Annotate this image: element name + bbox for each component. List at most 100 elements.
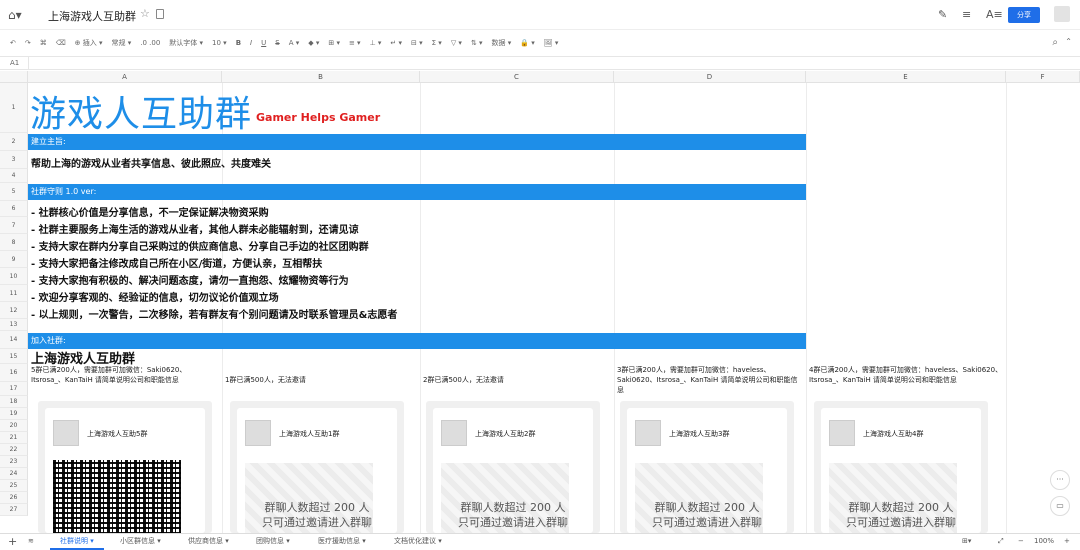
tab-supplier[interactable]: 供应商信息 ▾ (178, 534, 239, 550)
layers-icon[interactable]: ≋ (24, 534, 38, 550)
row-header[interactable]: 9 (0, 251, 28, 268)
wrap-button[interactable]: ↵ ▾ (390, 39, 402, 47)
font-family-select[interactable]: 默认字体 ▾ (169, 38, 203, 48)
data-button[interactable]: 数据 ▾ (492, 38, 512, 48)
avatar[interactable] (1054, 6, 1070, 22)
row-header[interactable]: 27 (0, 504, 28, 516)
row-header[interactable]: 24 (0, 468, 28, 480)
merge-button[interactable]: ⊟ ▾ (411, 39, 423, 47)
tab-community[interactable]: 社群说明 ▾ (50, 534, 104, 550)
font-size-select[interactable]: 10 ▾ (212, 39, 227, 47)
home-icon[interactable]: ⌂▾ (8, 8, 22, 22)
row-header[interactable]: 26 (0, 492, 28, 504)
purpose-text[interactable]: 帮助上海的游戏从业者共享信息、彼此照应、共度难关 (31, 155, 271, 170)
qr-card[interactable]: 上海游戏人互助2群 群聊人数超过 200 人 只可通过邀请进入群聊 (426, 401, 600, 535)
row-header[interactable]: 3 (0, 151, 28, 169)
tab-group-buy[interactable]: 团购信息 ▾ (246, 534, 300, 550)
font-color-button[interactable]: A ▾ (289, 39, 300, 47)
undo-icon[interactable]: ↶ (10, 39, 16, 47)
image-button[interactable]: 🖼 ▾ (544, 39, 559, 47)
group-note[interactable]: 1群已满500人，无法邀请 (225, 375, 415, 385)
search-icon[interactable]: ⌕ (1052, 37, 1058, 48)
group-note[interactable]: 2群已满500人，无法邀请 (423, 375, 611, 385)
strikethrough-button[interactable]: S (275, 39, 279, 47)
rule-item[interactable]: - 以上规则，一次警告，二次移除，若有群友有个别问题请及时联系管理员&志愿者 (31, 306, 397, 321)
number-format-select[interactable]: 常规 ▾ (112, 38, 132, 48)
row-header[interactable]: 5 (0, 183, 28, 201)
sheet-title[interactable]: 游戏人互助群 (30, 85, 252, 137)
row-header[interactable]: 16 (0, 364, 28, 382)
column-header[interactable]: D (614, 71, 806, 83)
sum-button[interactable]: Σ ▾ (432, 39, 442, 47)
row-header[interactable]: 23 (0, 456, 28, 468)
row-header[interactable]: 19 (0, 408, 28, 420)
italic-button[interactable]: I (250, 39, 252, 47)
more-icon[interactable]: ··· (1050, 470, 1070, 490)
valign-button[interactable]: ⊥ ▾ (370, 39, 382, 47)
cell-reference[interactable]: A1 (10, 59, 19, 67)
select-all-corner[interactable] (0, 71, 28, 83)
share-button[interactable]: 分享 (1008, 7, 1040, 23)
column-header[interactable]: F (1006, 71, 1080, 83)
decimal-buttons[interactable]: .0 .00 (140, 39, 160, 47)
add-sheet-icon[interactable]: + (4, 534, 21, 550)
row-header[interactable]: 21 (0, 432, 28, 444)
clear-format-icon[interactable]: ⌫ (56, 39, 66, 47)
row-header[interactable]: 2 (0, 133, 28, 151)
tab-neighborhood[interactable]: 小区群信息 ▾ (110, 534, 171, 550)
insert-button[interactable]: ⊕ 插入 ▾ (75, 38, 103, 48)
row-header[interactable]: 7 (0, 217, 28, 234)
row-header[interactable]: 1 (0, 83, 28, 133)
column-header[interactable]: C (420, 71, 614, 83)
row-header[interactable]: 12 (0, 302, 28, 319)
print-icon[interactable]: ▭ (1050, 496, 1070, 516)
doc-title[interactable]: 上海游戏人互助群 (48, 8, 136, 24)
column-header[interactable]: B (222, 71, 420, 83)
menu-icon[interactable]: ≡ (962, 8, 971, 21)
doc-info-icon[interactable] (156, 9, 164, 19)
qr-card[interactable]: 上海游戏人互助3群 群聊人数超过 200 人 只可通过邀请进入群聊 (620, 401, 794, 535)
row-header[interactable]: 22 (0, 444, 28, 456)
row-header[interactable]: 17 (0, 382, 28, 396)
zoom-in-icon[interactable]: + (1060, 534, 1074, 550)
rule-item[interactable]: - 欢迎分享客观的、经验证的信息，切勿议论价值观立场 (31, 289, 279, 304)
rule-item[interactable]: - 社群核心价值是分享信息，不一定保证解决物资采购 (31, 204, 269, 219)
redo-icon[interactable]: ↷ (25, 39, 31, 47)
sort-button[interactable]: ⇅ ▾ (471, 39, 483, 47)
tab-feedback[interactable]: 文档优化建议 ▾ (384, 534, 452, 550)
chevron-up-icon[interactable]: ⌃ (1065, 37, 1072, 46)
sheet-subtitle[interactable]: Gamer Helps Gamer (256, 111, 380, 124)
row-header[interactable]: 6 (0, 201, 28, 217)
grid-view-icon[interactable]: ⊞▾ (958, 534, 975, 550)
row-header[interactable]: 25 (0, 480, 28, 492)
qr-card[interactable]: 上海游戏人互助1群 群聊人数超过 200 人 只可通过邀请进入群聊 (230, 401, 404, 535)
lock-button[interactable]: 🔒 ▾ (520, 39, 534, 47)
border-button[interactable]: ⊞ ▾ (328, 39, 340, 47)
rule-item[interactable]: - 支持大家把备注修改成自己所在小区/街道，方便认亲，互相帮扶 (31, 255, 322, 270)
qr-card[interactable]: 上海游戏人互助4群 群聊人数超过 200 人 只可通过邀请进入群聊 (814, 401, 988, 535)
bold-button[interactable]: B (236, 39, 241, 47)
row-header[interactable]: 11 (0, 285, 28, 302)
row-header[interactable]: 18 (0, 396, 28, 408)
column-header[interactable]: A (28, 71, 222, 83)
row-header[interactable]: 14 (0, 331, 28, 349)
group-note[interactable]: 5群已满200人，需要加群可加微信：Saki0620、Itsrosa_、KanT… (31, 365, 219, 385)
row-header[interactable]: 8 (0, 234, 28, 251)
row-header[interactable]: 15 (0, 349, 28, 364)
qr-card[interactable]: 上海游戏人互助5群 (38, 401, 212, 534)
font-icon[interactable]: A≡ (986, 8, 1003, 21)
group-note[interactable]: 3群已满200人，需要加群可加微信：haveless、Saki0620、Itsr… (617, 365, 803, 395)
underline-button[interactable]: U (261, 39, 266, 47)
join-header[interactable]: 加入社群: (28, 333, 806, 349)
row-header[interactable]: 4 (0, 169, 28, 183)
zoom-out-icon[interactable]: − (1014, 534, 1028, 550)
rule-item[interactable]: - 支持大家在群内分享自己采购过的供应商信息、分享自己手边的社区团购群 (31, 238, 369, 253)
sheet-grid[interactable]: 游戏人互助群 Gamer Helps Gamer 建立主旨: 帮助上海的游戏从业… (28, 83, 1080, 535)
align-button[interactable]: ≡ ▾ (349, 39, 361, 47)
fullscreen-icon[interactable]: ⤢ (994, 534, 1008, 550)
edit-icon[interactable]: ✎ (938, 8, 947, 21)
row-header[interactable]: 20 (0, 420, 28, 432)
fill-color-button[interactable]: ◆ ▾ (308, 39, 319, 47)
format-painter-icon[interactable]: ⌘ (40, 39, 47, 47)
column-header[interactable]: E (806, 71, 1006, 83)
